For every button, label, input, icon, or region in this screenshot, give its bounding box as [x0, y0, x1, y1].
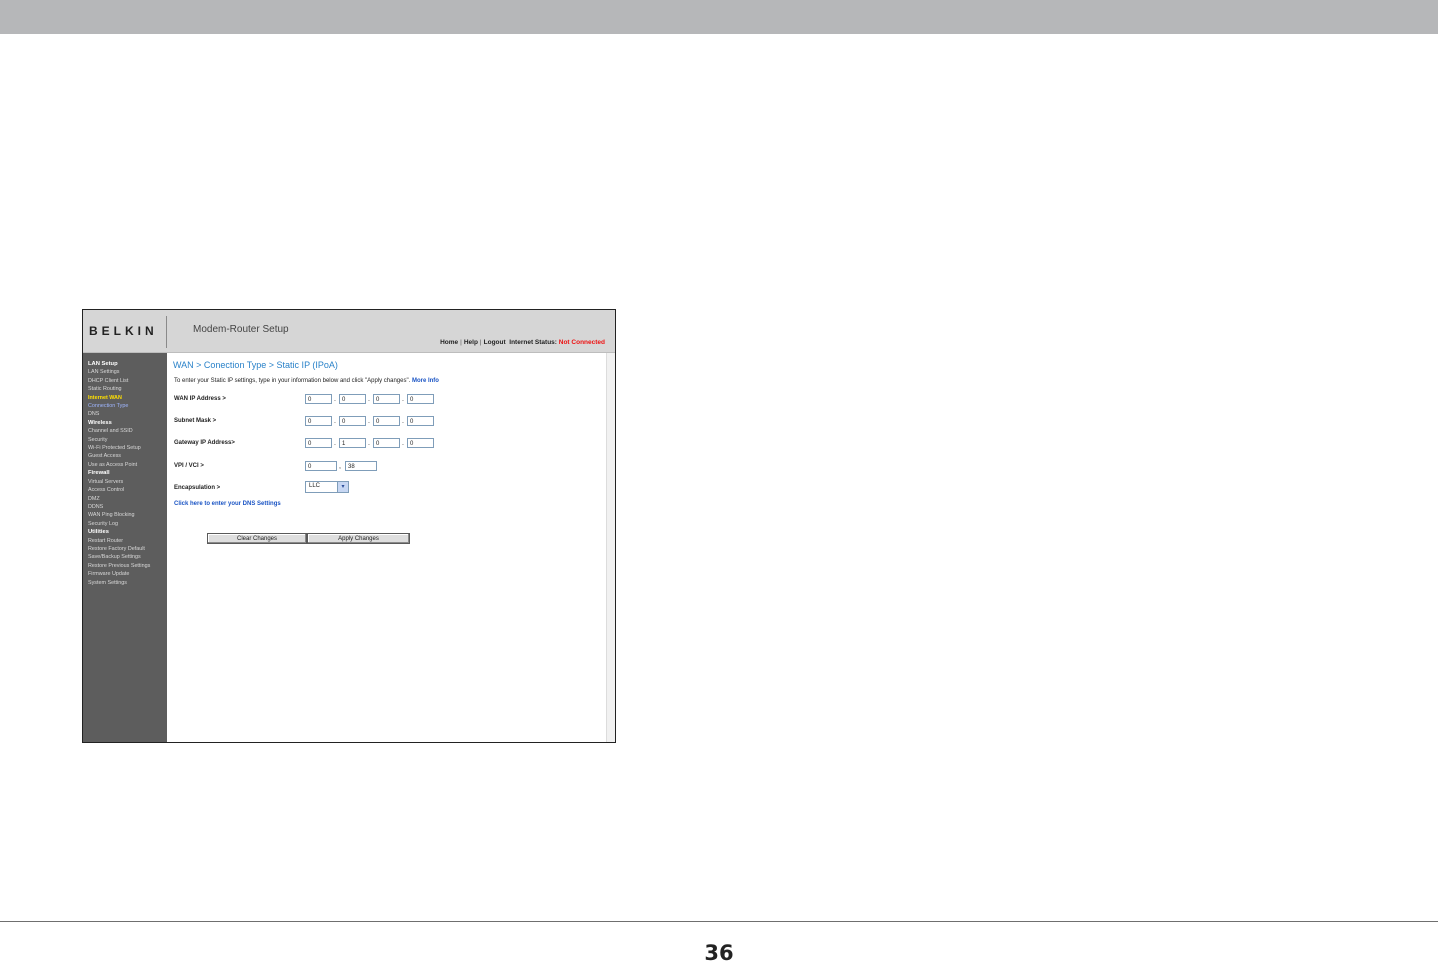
wan-ip-octet-1[interactable]: 0: [305, 394, 332, 404]
sidebar-item[interactable]: Security: [88, 436, 167, 444]
dot: .: [334, 440, 336, 447]
wan-ip-octet-3[interactable]: 0: [373, 394, 400, 404]
main-panel: WAN > Conection Type > Static IP (IPoA) …: [167, 353, 615, 742]
setup-title: Modem-Router Setup: [193, 324, 289, 335]
intro-copy: To enter your Static IP settings, type i…: [174, 378, 411, 384]
clear-changes-button[interactable]: Clear Changes: [207, 533, 307, 544]
subnet-octet-2[interactable]: 0: [339, 416, 366, 426]
dot: .: [334, 418, 336, 425]
scrollbar[interactable]: [606, 353, 615, 742]
breadcrumb: WAN > Conection Type > Static IP (IPoA): [173, 360, 338, 370]
encapsulation-value: LLC: [309, 483, 321, 489]
sidebar-section-heading: Firewall: [88, 470, 110, 477]
dot: .: [402, 396, 404, 403]
sidebar-item[interactable]: Channel and SSID: [88, 427, 167, 435]
router-screenshot: BELKIN Modem-Router Setup Home | Help | Logo…: [82, 309, 616, 743]
sidebar-item[interactable]: Internet WAN: [88, 394, 167, 402]
brand-logo: BELKIN: [89, 324, 158, 338]
dot: .: [368, 396, 370, 403]
gateway-octet-1[interactable]: 0: [305, 438, 332, 448]
sidebar-item[interactable]: System Settings: [88, 579, 167, 587]
vpi-vci-label: VPI / VCI >: [174, 463, 204, 469]
sidebar-item[interactable]: Wi-Fi Protected Setup: [88, 444, 167, 452]
sidebar-item[interactable]: Virtual Servers: [88, 478, 167, 486]
subnet-octet-1[interactable]: 0: [305, 416, 332, 426]
sidebar-item[interactable]: DHCP Client List: [88, 377, 167, 385]
sidebar-section-heading: Utilities: [88, 529, 109, 536]
gateway-octet-3[interactable]: 0: [373, 438, 400, 448]
sidebar-item[interactable]: Restore Previous Settings: [88, 562, 167, 570]
internet-status-value: Not Connected: [558, 339, 605, 346]
footer-rule: [0, 921, 1438, 922]
wan-ip-label: WAN IP Address >: [174, 396, 226, 402]
dns-settings-link[interactable]: Click here to enter your DNS Settings: [174, 501, 281, 507]
sidebar-item[interactable]: Access Control: [88, 486, 167, 494]
sidebar-item[interactable]: DNS: [88, 410, 167, 418]
subnet-mask-label: Subnet Mask >: [174, 418, 217, 424]
sidebar-item[interactable]: Restore Factory Default: [88, 545, 167, 553]
nav-home-link[interactable]: Home: [440, 339, 458, 346]
sidebar: LAN Setup LAN Settings DHCP Client List Sta…: [83, 353, 167, 742]
nav-help-link[interactable]: Help: [464, 339, 478, 346]
sidebar-section-heading: LAN Setup: [88, 361, 118, 367]
intro-text: To enter your Static IP settings, type i…: [174, 378, 439, 384]
more-info-link[interactable]: More Info: [412, 378, 439, 384]
dot: .: [368, 418, 370, 425]
gateway-octet-4[interactable]: 0: [407, 438, 434, 448]
subnet-octet-3[interactable]: 0: [373, 416, 400, 426]
sidebar-item[interactable]: Restart Router: [88, 537, 167, 545]
top-band: [0, 0, 1438, 34]
page-number: 36: [704, 941, 734, 965]
sidebar-item[interactable]: Static Routing: [88, 385, 167, 393]
sidebar-item[interactable]: Security Log: [88, 520, 167, 528]
sidebar-item[interactable]: LAN Settings: [88, 368, 167, 376]
vpi-input[interactable]: 0: [305, 461, 337, 471]
header-divider: [166, 316, 167, 348]
encapsulation-select[interactable]: LLC ▾: [305, 481, 349, 493]
chevron-down-icon[interactable]: ▾: [337, 482, 348, 492]
sidebar-item[interactable]: Save/Backup Settings: [88, 553, 167, 561]
comma: ,: [339, 463, 341, 470]
sidebar-item[interactable]: Firmware Update: [88, 570, 167, 578]
internet-status-label: Internet Status:: [509, 339, 557, 346]
apply-changes-button[interactable]: Apply Changes: [307, 533, 410, 544]
sidebar-section-heading: Wireless: [88, 419, 112, 426]
top-nav: Home | Help | Logout Internet Status: Not Co…: [440, 339, 605, 346]
wan-ip-octet-2[interactable]: 0: [339, 394, 366, 404]
sidebar-item[interactable]: WAN Ping Blocking: [88, 511, 167, 519]
gateway-octet-2[interactable]: 1: [339, 438, 366, 448]
subnet-octet-4[interactable]: 0: [407, 416, 434, 426]
vci-input[interactable]: 38: [345, 461, 377, 471]
dot: .: [334, 396, 336, 403]
gateway-ip-label: Gateway IP Address>: [174, 440, 235, 446]
sidebar-item[interactable]: DMZ: [88, 495, 167, 503]
sidebar-item[interactable]: Connection Type: [88, 402, 167, 410]
dot: .: [402, 440, 404, 447]
encapsulation-label: Encapsulation >: [174, 485, 221, 491]
sidebar-item[interactable]: DDNS: [88, 503, 167, 511]
dot: .: [402, 418, 404, 425]
nav-logout-link[interactable]: Logout: [484, 339, 506, 346]
router-header: BELKIN Modem-Router Setup Home | Help | Logo…: [83, 310, 615, 353]
sidebar-item[interactable]: Use as Access Point: [88, 461, 167, 469]
sidebar-list: LAN Setup LAN Settings DHCP Client List Sta…: [83, 353, 167, 587]
sidebar-item[interactable]: Guest Access: [88, 452, 167, 460]
dot: .: [368, 440, 370, 447]
wan-ip-octet-4[interactable]: 0: [407, 394, 434, 404]
